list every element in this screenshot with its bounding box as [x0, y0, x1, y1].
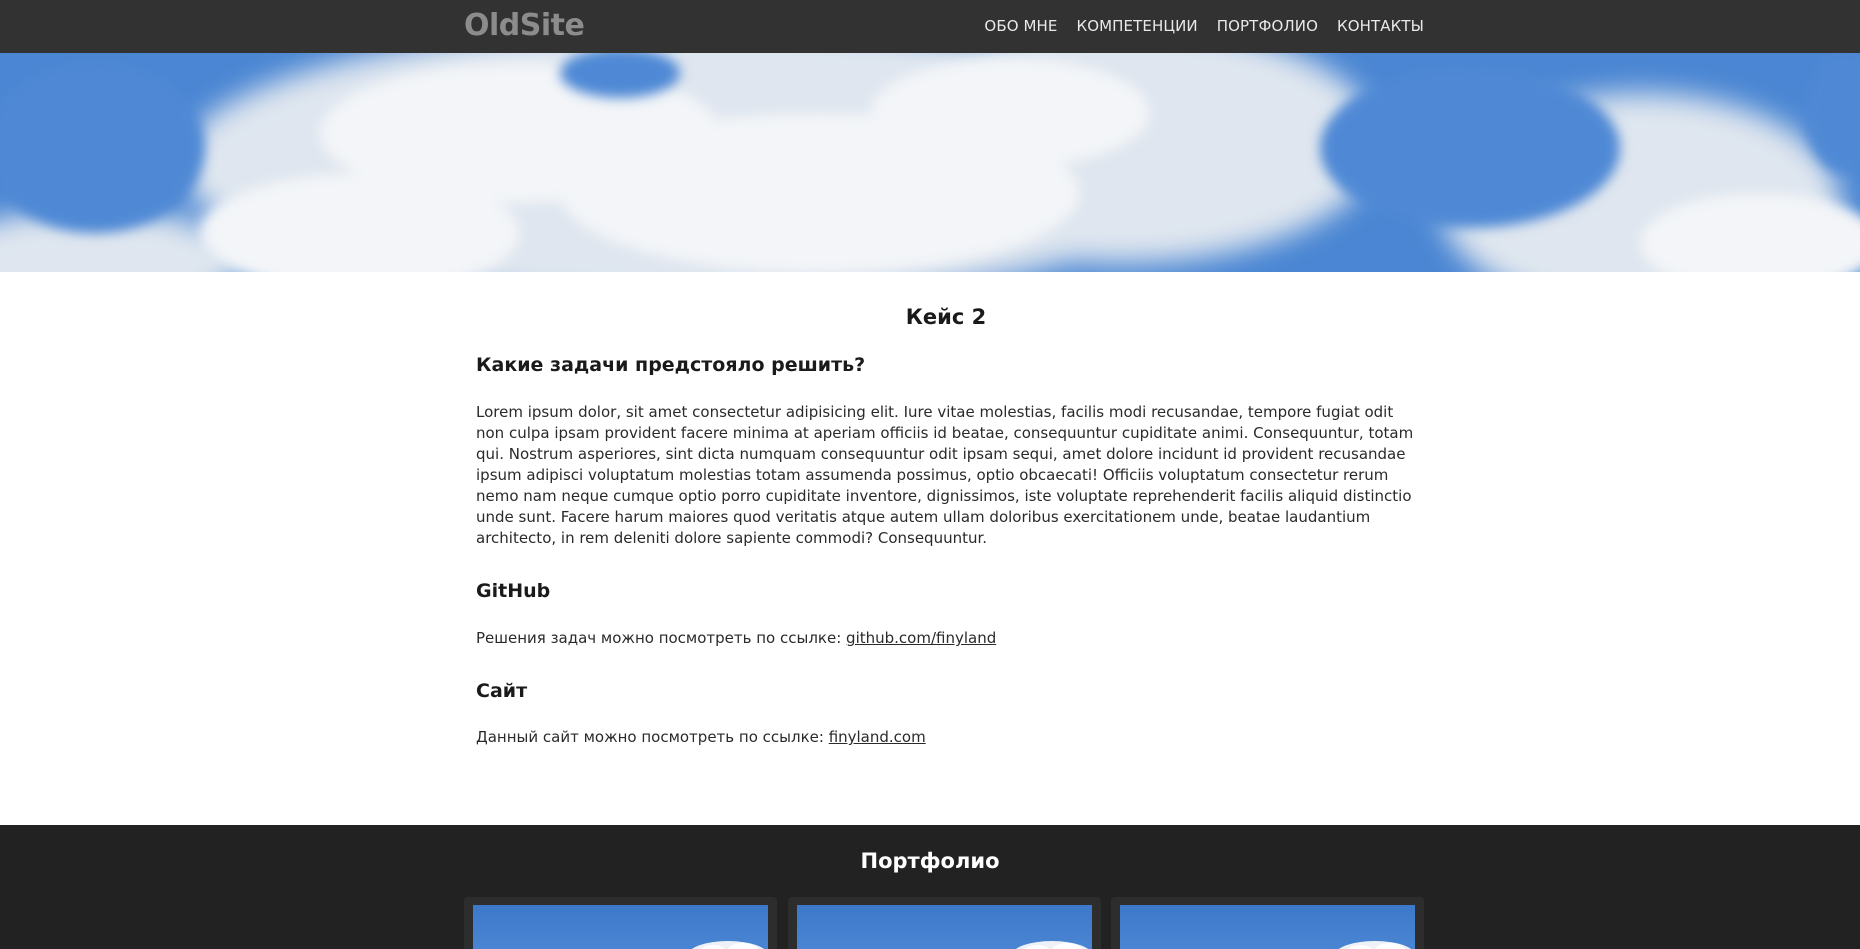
site-link[interactable]: finyland.com	[829, 728, 926, 746]
portfolio-title: Портфолио	[860, 849, 1000, 873]
tasks-heading: Какие задачи предстояло решить?	[476, 354, 866, 376]
github-paragraph: Решения задач можно посмотреть по ссылке…	[476, 628, 1416, 649]
nav-link-portfolio[interactable]: Портфолио	[1217, 17, 1318, 35]
nav-link-skills[interactable]: Компетенции	[1076, 17, 1197, 35]
portfolio-card-image	[1120, 905, 1415, 949]
case-title: Кейс 2	[905, 305, 987, 329]
site-paragraph: Данный сайт можно посмотреть по ссылке: …	[476, 727, 1416, 748]
github-heading: GitHub	[476, 580, 551, 602]
top-navbar: OldSite Обо мне Компетенции Портфолио Ко…	[0, 0, 1860, 53]
portfolio-card[interactable]	[788, 897, 1101, 949]
portfolio-card[interactable]	[464, 897, 777, 949]
site-logo[interactable]: OldSite	[464, 8, 585, 43]
github-link[interactable]: github.com/finyland	[846, 629, 996, 647]
card-sky-image	[1015, 941, 1089, 949]
sky-clouds-image	[0, 53, 1860, 272]
portfolio-card-image	[797, 905, 1092, 949]
tasks-paragraph: Lorem ipsum dolor, sit amet consectetur …	[476, 403, 1414, 547]
portfolio-section: Портфолио	[0, 825, 1860, 949]
site-heading: Сайт	[476, 680, 528, 702]
card-sky-image	[691, 941, 765, 949]
nav-link-contacts[interactable]: Контакты	[1337, 17, 1424, 35]
github-text: Решения задач можно посмотреть по ссылке…	[476, 629, 847, 647]
navbar-container: OldSite Обо мне Компетенции Портфолио Ко…	[464, 0, 1424, 53]
hero-sky-image	[0, 53, 1860, 272]
main-nav: Обо мне Компетенции Портфолио Контакты	[984, 17, 1424, 35]
card-sky-image	[1338, 941, 1412, 949]
site-text: Данный сайт можно посмотреть по ссылке:	[476, 728, 829, 746]
nav-link-about[interactable]: Обо мне	[984, 17, 1057, 35]
portfolio-card[interactable]	[1111, 897, 1424, 949]
portfolio-card-image	[473, 905, 768, 949]
